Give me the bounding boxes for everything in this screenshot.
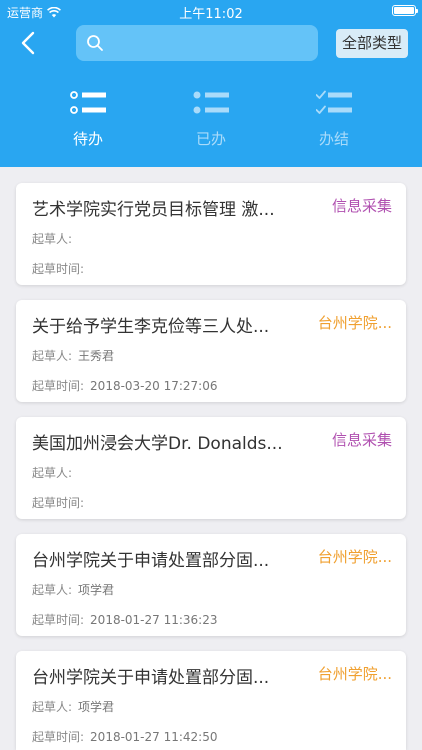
time-value: 2018-03-20 17:27:06	[90, 379, 218, 393]
list-item[interactable]: 艺术学院实行党员目标管理 激... 信息采集 起草人: 起草时间:	[16, 183, 406, 285]
item-tag: 台州学院...	[317, 665, 392, 683]
item-drafter: 起草人:	[32, 230, 78, 247]
item-title: 台州学院关于申请处置部分固...	[32, 551, 270, 571]
item-drafter: 起草人:	[32, 464, 78, 481]
time-label: 起草时间:	[32, 496, 85, 510]
tab-todo[interactable]: 待办	[38, 88, 138, 152]
list-item[interactable]: 关于给予学生李克俭等三人处... 台州学院... 起草人: 王秀君 起草时间: 20…	[16, 300, 406, 402]
chevron-left-icon	[21, 31, 35, 55]
drafter-value: 项学君	[78, 583, 115, 597]
list-item[interactable]: 美国加州浸会大学Dr. Donalds... 信息采集 起草人: 起草时间:	[16, 417, 406, 519]
tab-label: 已办	[195, 130, 226, 148]
item-drafter: 起草人: 王秀君	[32, 347, 114, 364]
status-time: 上午11:02	[179, 7, 243, 22]
time-label: 起草时间:	[32, 613, 85, 627]
drafter-label: 起草人:	[32, 466, 73, 480]
drafter-value: 王秀君	[78, 349, 115, 363]
app-header: 运营商 上午11:02 全部类型 待办 已办 办结	[0, 0, 422, 167]
tab-label: 办结	[318, 130, 349, 148]
time-label: 起草时间:	[32, 262, 85, 276]
drafter-value: 项学君	[78, 700, 115, 714]
item-time: 起草时间:	[32, 494, 90, 511]
item-time: 起草时间: 2018-01-27 11:42:50	[32, 728, 218, 745]
list-circle-icon	[70, 91, 106, 114]
time-value: 2018-01-27 11:36:23	[90, 613, 218, 627]
item-tag: 台州学院...	[317, 314, 392, 332]
item-time: 起草时间:	[32, 260, 90, 277]
search-icon	[87, 35, 103, 51]
item-title: 美国加州浸会大学Dr. Donalds...	[32, 434, 283, 454]
list-check-icon	[316, 90, 352, 114]
item-tag: 信息采集	[331, 197, 392, 215]
list-item[interactable]: 台州学院关于申请处置部分固... 台州学院... 起草人: 项学君 起草时间: 20…	[16, 651, 406, 750]
type-filter-button[interactable]: 全部类型	[336, 29, 408, 58]
list-dot-icon	[193, 91, 229, 114]
drafter-label: 起草人:	[32, 583, 73, 597]
tab-closed[interactable]: 办结	[284, 88, 384, 152]
item-drafter: 起草人: 项学君	[32, 698, 114, 715]
item-title: 关于给予学生李克俭等三人处...	[32, 317, 270, 337]
back-button[interactable]	[14, 28, 44, 58]
item-title: 台州学院关于申请处置部分固...	[32, 668, 270, 688]
status-bar: 运营商 上午11:02	[0, 0, 422, 22]
battery-icon	[392, 5, 418, 16]
time-label: 起草时间:	[32, 379, 85, 393]
item-tag: 信息采集	[331, 431, 392, 449]
item-time: 起草时间: 2018-01-27 11:36:23	[32, 611, 218, 628]
item-time: 起草时间: 2018-03-20 17:27:06	[32, 377, 218, 394]
drafter-label: 起草人:	[32, 232, 73, 246]
item-title: 艺术学院实行党员目标管理 激...	[32, 200, 275, 220]
item-tag: 台州学院...	[317, 548, 392, 566]
time-label: 起草时间:	[32, 730, 85, 744]
drafter-label: 起草人:	[32, 349, 73, 363]
time-value: 2018-01-27 11:42:50	[90, 730, 218, 744]
search-input[interactable]	[76, 25, 318, 61]
list-item[interactable]: 台州学院关于申请处置部分固... 台州学院... 起草人: 项学君 起草时间: 20…	[16, 534, 406, 636]
drafter-label: 起草人:	[32, 700, 73, 714]
tab-done[interactable]: 已办	[161, 88, 261, 152]
tab-label: 待办	[72, 130, 103, 148]
item-drafter: 起草人: 项学君	[32, 581, 114, 598]
